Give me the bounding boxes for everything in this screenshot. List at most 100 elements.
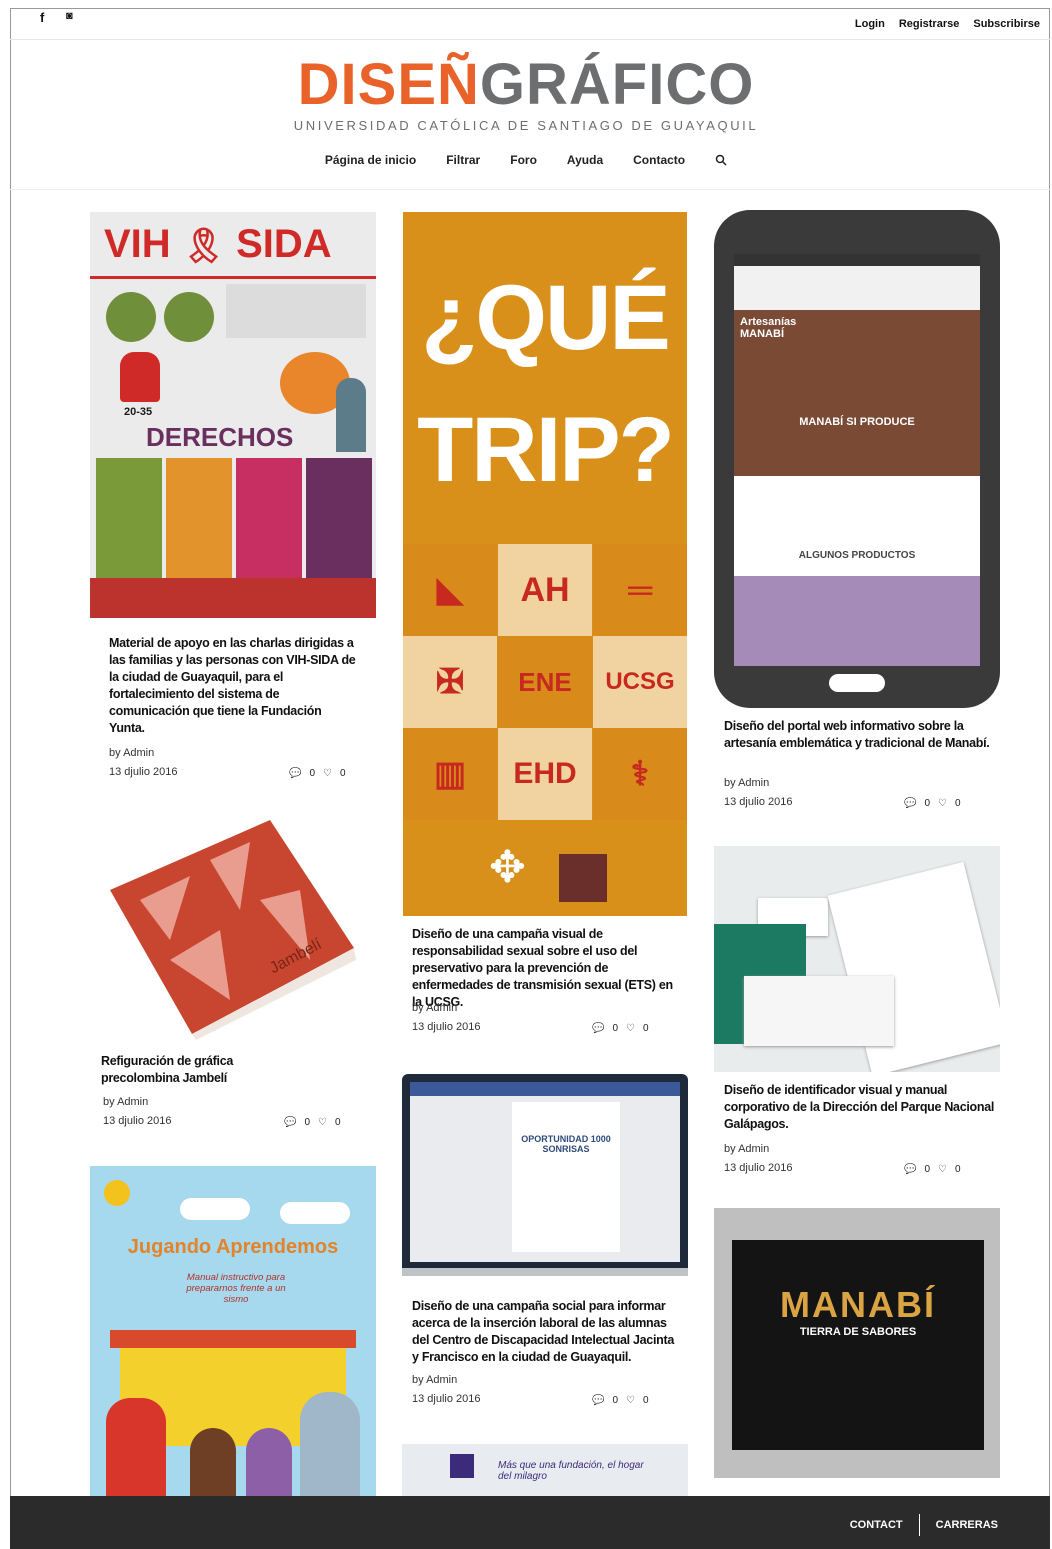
house-icon [450,1454,474,1478]
book-title: MANABÍ [780,1284,936,1325]
envelope [744,976,894,1046]
vih-title-rule [90,276,376,279]
heart-icon[interactable]: ♡ [323,768,332,779]
trip-headline-1: ¿QUÉ [421,267,671,369]
vih-post-image[interactable]: VIH 🎗 SIDA 20-35 DERECHOS [90,212,376,618]
info-box [226,284,366,338]
post-date: 13 djulio 2016 [103,1115,172,1127]
logo-tile: AH [498,544,592,636]
section-title: ALGUNOS PRODUCTOS [798,550,916,561]
nav-contact[interactable]: Contacto [633,153,685,167]
search-icon[interactable] [715,154,727,166]
logo-part-2: GRÁFICO [479,52,755,117]
post-meta: 💬 0 ♡ 0 [904,1164,961,1175]
post-description[interactable]: Diseño del portal web informativo sobre … [724,718,994,752]
sun-icon [104,1180,130,1206]
trip-headline-2: TRIP? [417,399,675,501]
phone-screen: Artesanías MANABÍ MANABÍ SI PRODUCE ALGU… [734,254,980,666]
status-bar [734,254,980,266]
heart-icon[interactable]: ♡ [626,1023,635,1034]
jugando-post-image[interactable]: Jugando Aprendemos Manual instructivo pa… [90,1166,376,1496]
people-icon [120,352,160,402]
jambeli-post-image[interactable]: Jambelí [100,820,356,1040]
post-date: 13 djulio 2016 [412,1393,481,1405]
logo-tagline: UNIVERSIDAD CATÓLICA DE SANTIAGO DE GUAY… [293,118,759,133]
post-description[interactable]: Refiguración de gráfica precolombina Jam… [101,1053,271,1087]
people-icon [559,854,607,902]
manabi-web-post-image[interactable]: Artesanías MANABÍ MANABÍ SI PRODUCE ALGU… [714,210,1000,708]
cloud-shape [180,1198,250,1220]
virus-graphic [106,292,156,342]
firefighter-illustration [106,1398,166,1496]
facebook-post [512,1102,620,1252]
post-date: 13 djulio 2016 [724,1162,793,1174]
instagram-icon[interactable]: ◙ [66,10,73,22]
post-description[interactable]: Material de apoyo en las charlas dirigid… [109,635,359,737]
teacher-illustration [300,1392,360,1496]
virus-graphic [164,292,214,342]
comment-icon[interactable]: 💬 [284,1117,296,1128]
logo-tile: ▥ [403,728,497,820]
site-logo[interactable]: DISEÑGRÁFICO UNIVERSIDAD CATÓLICA DE SAN… [0,56,1052,134]
man-illustration [336,378,366,452]
nav-forum[interactable]: Foro [510,153,537,167]
post-description[interactable]: Diseño de una campaña visual de responsa… [412,926,680,1011]
post-author[interactable]: by Admin [412,1002,457,1014]
footer-contact-link[interactable]: CONTACT [850,1519,903,1531]
book-subtitle: Manual instructivo para prepararnos fren… [186,1272,286,1305]
vih-footer-band [90,578,376,618]
cross-icon: ✥ [489,843,526,892]
post-author[interactable]: by Admin [724,1143,769,1155]
logo-part-1: DISEÑ [297,52,480,117]
like-count: 0 [954,798,961,809]
comment-icon[interactable]: 💬 [592,1395,604,1406]
post-author[interactable]: by Admin [109,747,154,759]
comment-icon[interactable]: 💬 [904,798,916,809]
subscribe-link[interactable]: Subscribirse [973,18,1040,30]
facebook-icon[interactable]: f [40,10,44,25]
nav-filter[interactable]: Filtrar [446,153,480,167]
nav-home[interactable]: Página de inicio [325,153,416,167]
heart-icon[interactable]: ♡ [626,1395,635,1406]
book-illustration [110,820,356,1040]
post-date: 13 djulio 2016 [724,796,793,808]
post-date: 13 djulio 2016 [412,1021,481,1033]
post-meta: 💬 0 ♡ 0 [592,1023,649,1034]
logo-tile: EHD [498,728,592,820]
account-links: Login Registrarse Subscribirse [855,18,1040,30]
login-link[interactable]: Login [855,18,885,30]
footer-careers-link[interactable]: CARRERAS [936,1519,998,1531]
manabi-book-post-image[interactable]: MANABÍ TIERRA DE SABORES [714,1208,1000,1478]
register-link[interactable]: Registrarse [899,18,960,30]
comment-count: 0 [612,1395,619,1406]
comment-icon[interactable]: 💬 [592,1023,604,1034]
comment-icon[interactable]: 💬 [289,768,301,779]
comment-icon[interactable]: 💬 [904,1164,916,1175]
book-cover [732,1240,984,1450]
post-description[interactable]: Diseño de una campaña social para inform… [412,1298,680,1366]
galapagos-post-image[interactable] [714,846,1000,1072]
post-date: 13 djulio 2016 [109,766,178,778]
right-column [96,458,162,578]
heart-icon[interactable]: ♡ [938,1164,947,1175]
comment-count: 0 [304,1117,311,1128]
logo-tile: ✠ [403,636,497,728]
jacinta-post-image[interactable]: OPORTUNIDAD 1000 SONRISAS [402,1074,688,1280]
post-description[interactable]: Diseño de identificador visual y manual … [724,1082,994,1133]
fundacion-post-image[interactable]: Más que una fundación, el hogar del mila… [402,1444,688,1498]
post-meta: 💬 0 ♡ 0 [284,1117,341,1128]
heart-icon[interactable]: ♡ [318,1117,327,1128]
post-author[interactable]: by Admin [412,1374,457,1386]
child-illustration [246,1428,292,1496]
fundacion-tagline: Más que una fundación, el hogar del mila… [498,1460,644,1482]
vih-year-label: 20-35 [124,406,153,418]
site-footer: CONTACT CARRERAS [10,1496,1050,1549]
trip-post-image[interactable]: ¿QUÉ TRIP? ◣ AH ═ ✠ ENE UCSG ▥ EHD ⚕ ✥ [403,212,687,916]
post-author[interactable]: by Admin [724,777,769,789]
heart-icon[interactable]: ♡ [938,798,947,809]
post-author[interactable]: by Admin [103,1096,148,1108]
right-column [306,458,372,578]
nav-help[interactable]: Ayuda [567,153,603,167]
phone-home-button [829,674,885,692]
comment-count: 0 [924,798,931,809]
